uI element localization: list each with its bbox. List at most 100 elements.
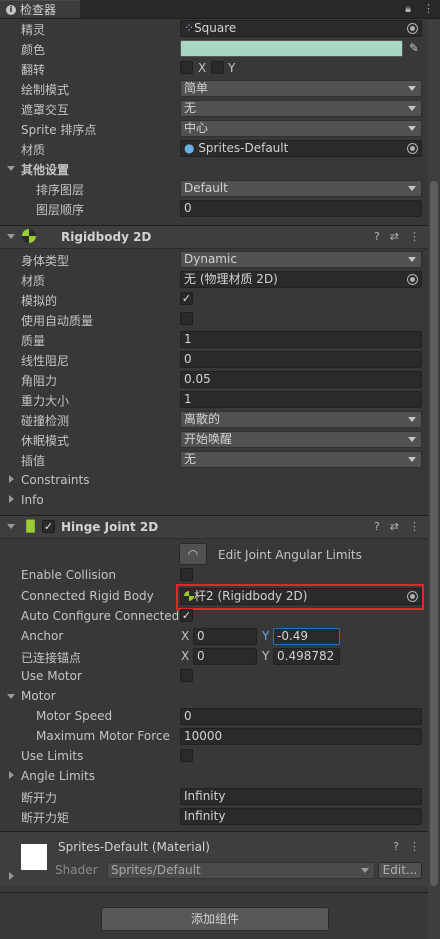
mask-label: 遮罩交互 xyxy=(21,103,70,117)
row-draw-mode: 绘制模式 简单 xyxy=(0,79,428,99)
menu-icon[interactable]: ⋮ xyxy=(409,840,420,853)
row-info[interactable]: Info xyxy=(0,491,428,511)
color-label: 颜色 xyxy=(21,43,46,57)
foldout-arrow-icon[interactable] xyxy=(7,694,15,699)
scrollbar[interactable] xyxy=(428,19,440,939)
row-mask: 遮罩交互 无 xyxy=(0,99,428,119)
auto-mass-label: 使用自动质量 xyxy=(21,314,94,328)
sleep-dropdown[interactable]: 开始唤醒 xyxy=(180,431,422,448)
angular-drag-label: 角阻力 xyxy=(21,374,58,388)
conn-anchor-y-input[interactable]: 0.498782 xyxy=(273,648,340,665)
lock-icon[interactable]: 🔒︎ xyxy=(405,2,411,16)
sort-point-dropdown[interactable]: 中心 xyxy=(180,120,422,137)
row-motor[interactable]: Motor xyxy=(0,687,428,707)
foldout-arrow-icon[interactable] xyxy=(9,872,14,880)
rigidbody-header[interactable]: Rigidbody 2D ? ⇄ ⋮ xyxy=(0,225,428,249)
row-angle-limits[interactable]: Angle Limits xyxy=(0,767,428,787)
gravity-input[interactable]: 1 xyxy=(180,391,422,408)
material-field[interactable]: ● Sprites-Default xyxy=(180,140,422,157)
eyedropper-icon[interactable]: ✎ xyxy=(409,41,419,55)
foldout-arrow-icon[interactable] xyxy=(9,475,14,483)
order-input[interactable]: 0 xyxy=(180,200,422,217)
shader-edit-button[interactable]: Edit... xyxy=(378,862,422,879)
row-constraints[interactable]: Constraints xyxy=(0,471,428,491)
motor-label: Motor xyxy=(21,689,56,703)
object-picker-icon[interactable] xyxy=(407,143,418,154)
angular-drag-input[interactable]: 0.05 xyxy=(180,371,422,388)
other-settings-label: 其他设置 xyxy=(21,163,70,177)
max-force-input[interactable]: 10000 xyxy=(180,728,422,745)
rigidbody-icon xyxy=(22,229,36,243)
anchor-x-input[interactable]: 0 xyxy=(193,628,257,645)
shader-dropdown[interactable]: Sprites/Default xyxy=(107,862,375,879)
mass-input[interactable]: 1 xyxy=(180,331,422,348)
presets-icon[interactable]: ⇄ xyxy=(390,520,399,533)
conn-anchor-x-label: X xyxy=(181,649,190,663)
foldout-arrow-icon[interactable] xyxy=(7,524,15,529)
tab-inspector[interactable]: i 检查器 xyxy=(0,0,80,18)
color-swatch[interactable] xyxy=(180,40,403,57)
scrollbar-thumb[interactable] xyxy=(430,181,438,886)
break-torque-input[interactable]: Infinity xyxy=(180,808,422,825)
break-torque-value: Infinity xyxy=(184,809,226,823)
foldout-arrow-icon[interactable] xyxy=(9,771,14,779)
info-label: Info xyxy=(21,493,44,507)
linear-drag-input[interactable]: 0 xyxy=(180,351,422,368)
auto-mass-checkbox[interactable] xyxy=(180,312,193,325)
motor-speed-input[interactable]: 0 xyxy=(180,708,422,725)
hinge-joint-header[interactable]: ▐▌ ✓ Hinge Joint 2D ? ⇄ ⋮ xyxy=(0,515,428,539)
row-mass: 质量 1 xyxy=(0,330,428,350)
flip-x-checkbox[interactable] xyxy=(180,61,193,74)
collision-value: 离散的 xyxy=(184,412,221,426)
enable-collision-checkbox[interactable] xyxy=(180,568,193,581)
edit-limits-button[interactable]: ◠ xyxy=(179,543,207,565)
sprite-field[interactable]: ⁘Square xyxy=(180,20,422,37)
sleep-label: 休眠模式 xyxy=(21,434,70,448)
help-icon[interactable]: ? xyxy=(374,230,380,243)
break-force-input[interactable]: Infinity xyxy=(180,788,422,805)
sleep-value: 开始唤醒 xyxy=(184,432,233,446)
body-type-dropdown[interactable]: Dynamic xyxy=(180,251,422,268)
sprite-icon: ⁘ xyxy=(184,21,195,35)
collision-dropdown[interactable]: 离散的 xyxy=(180,411,422,428)
connected-body-label: Connected Rigid Body xyxy=(21,589,154,603)
info-icon: i xyxy=(6,4,16,15)
use-limits-checkbox[interactable] xyxy=(180,749,193,762)
conn-anchor-x-input[interactable]: 0 xyxy=(193,648,257,665)
menu-icon[interactable]: ⋮ xyxy=(409,230,420,243)
mask-dropdown[interactable]: 无 xyxy=(180,100,422,117)
row-sprite: 精灵 ⁘Square xyxy=(0,19,428,39)
help-icon[interactable]: ? xyxy=(393,840,399,853)
flip-y-checkbox[interactable] xyxy=(211,61,224,74)
menu-icon[interactable]: ⋮ xyxy=(409,520,420,533)
object-picker-icon[interactable] xyxy=(407,274,418,285)
rb-material-field[interactable]: 无 (物理材质 2D) xyxy=(180,271,422,288)
draw-mode-value: 简单 xyxy=(184,81,209,95)
foldout-arrow-icon[interactable] xyxy=(7,234,15,239)
menu-icon[interactable]: ⋮ xyxy=(423,2,434,16)
use-motor-checkbox[interactable] xyxy=(180,669,193,682)
row-other-settings[interactable]: 其他设置 xyxy=(0,159,428,179)
tab-title: 检查器 xyxy=(20,3,57,17)
angular-limits-icon: ◠ xyxy=(187,547,199,561)
row-flip: 翻转 X Y xyxy=(0,59,428,79)
presets-icon[interactable]: ⇄ xyxy=(390,230,399,243)
object-picker-icon[interactable] xyxy=(407,23,418,34)
foldout-arrow-icon[interactable] xyxy=(9,495,14,503)
material-label: 材质 xyxy=(21,143,46,157)
max-force-value: 10000 xyxy=(184,729,223,743)
simulated-checkbox[interactable]: ✓ xyxy=(180,292,193,305)
interp-label: 插值 xyxy=(21,454,46,468)
interp-dropdown[interactable]: 无 xyxy=(180,451,422,468)
anchor-y-input[interactable]: -0.49 xyxy=(273,628,340,645)
auto-config-checkbox[interactable]: ✓ xyxy=(180,609,193,622)
foldout-arrow-icon[interactable] xyxy=(7,166,15,171)
row-conn-anchor: 已连接锚点 X 0 Y 0.498782 xyxy=(0,647,428,667)
sprite-label: 精灵 xyxy=(21,23,46,37)
hinge-enabled-checkbox[interactable]: ✓ xyxy=(42,520,55,533)
help-icon[interactable]: ? xyxy=(374,520,380,533)
sorting-layer-dropdown[interactable]: Default xyxy=(180,180,422,197)
material-sphere-icon: ● xyxy=(184,141,195,155)
add-component-button[interactable]: 添加组件 xyxy=(101,907,329,931)
draw-mode-dropdown[interactable]: 简单 xyxy=(180,80,422,97)
